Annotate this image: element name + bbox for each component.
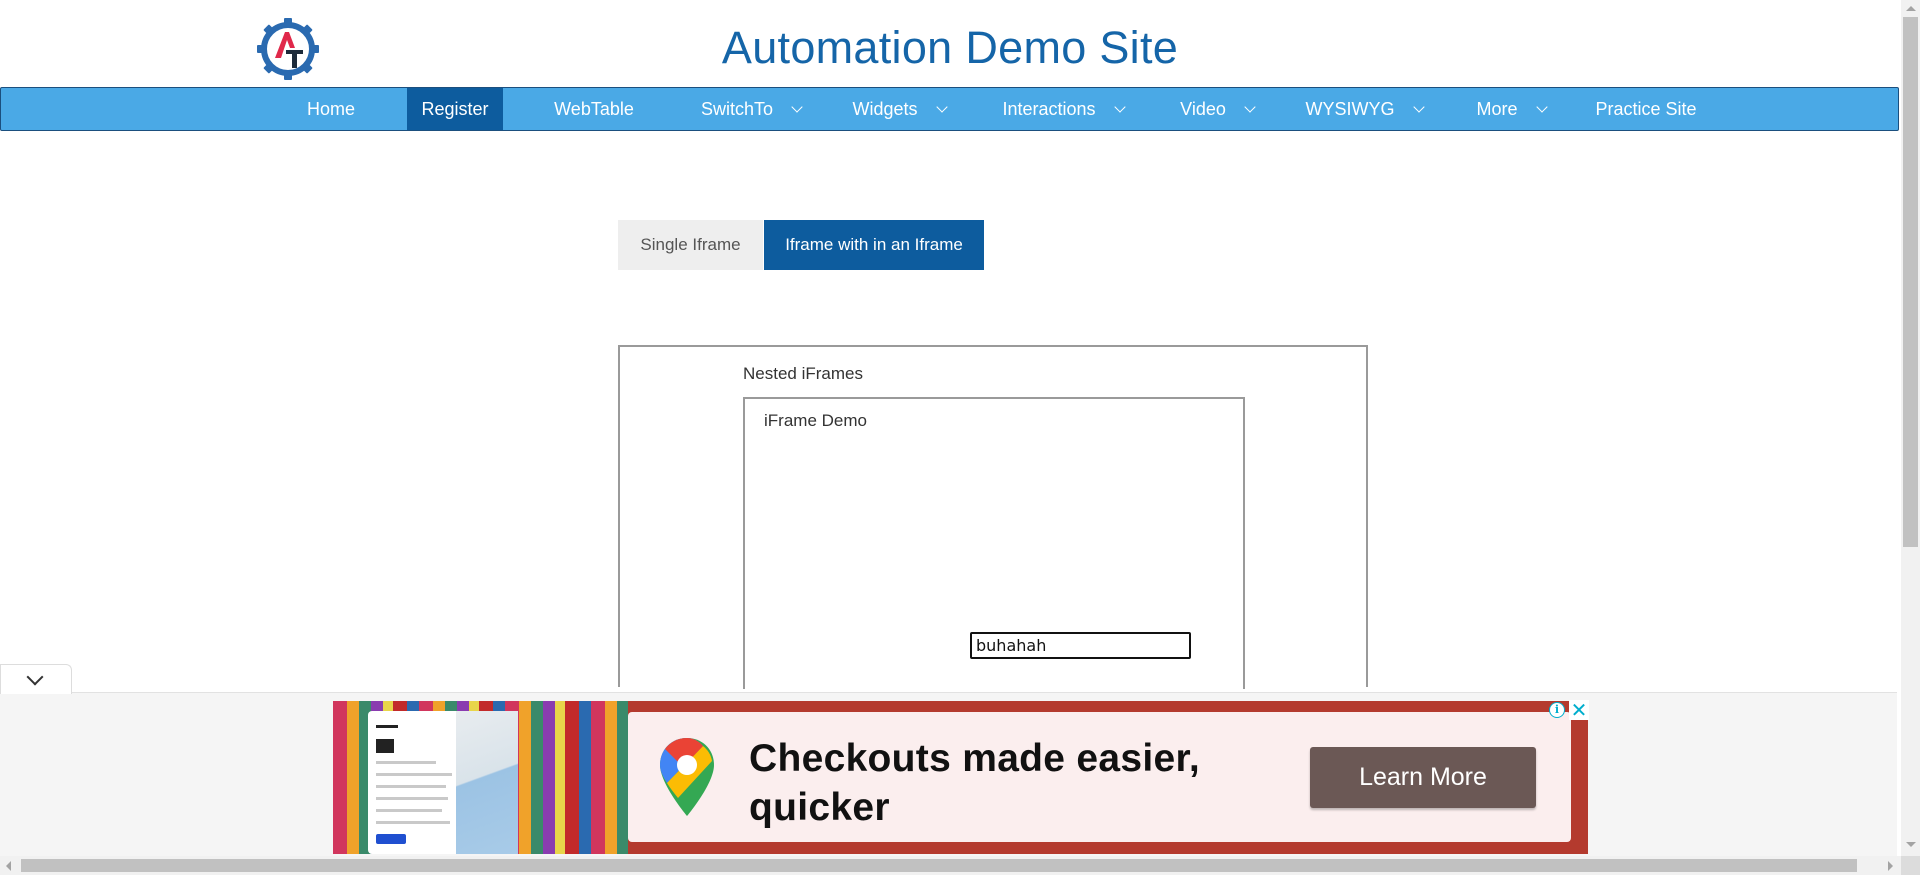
horizontal-scrollbar[interactable] [0,856,1901,875]
scrollbar-thumb[interactable] [1903,17,1918,547]
scrollbar-thumb[interactable] [21,859,1857,872]
chevron-down-icon [935,101,948,113]
tab-single-iframe[interactable]: Single Iframe [618,220,763,270]
scroll-left-icon[interactable] [6,861,11,871]
chevron-down-icon [791,101,803,113]
scroll-down-icon[interactable] [1906,842,1916,847]
ad-checkout-screenshot [368,711,518,854]
nav-item-switchto[interactable]: SwitchTo [691,88,811,130]
nav-item-more[interactable]: More [1466,88,1556,130]
chevron-down-icon [1113,101,1126,113]
scroll-right-icon[interactable] [1888,861,1893,871]
nav-item-wysiwyg[interactable]: WYSIWYG [1299,88,1429,130]
nav-item-label: Interactions [1002,99,1096,119]
nav-item-register[interactable]: Register [407,88,503,130]
inner-iframe-label: iFrame Demo [764,411,867,430]
close-icon[interactable]: ✕ [1569,700,1589,720]
tab-nested-iframe[interactable]: Iframe with in an Iframe [764,220,984,270]
outer-iframe-label: Nested iFrames [743,364,863,383]
nav-item-label: WebTable [554,99,634,119]
site-title: Automation Demo Site [721,22,1179,73]
map-thumbnail [456,711,518,854]
ad-image [333,701,628,854]
vertical-scrollbar[interactable] [1901,0,1920,856]
nav-item-label: Video [1180,99,1226,119]
scroll-up-icon[interactable] [1906,6,1916,11]
nav-item-webtable[interactable]: WebTable [538,88,650,130]
learn-more-button[interactable]: Learn More [1310,747,1536,808]
nav-item-label: Widgets [852,99,918,119]
nav-item-label: WYSIWYG [1305,99,1395,119]
nav-item-label: More [1476,99,1518,119]
nav-item-label: Practice Site [1595,99,1697,119]
nav-item-label: SwitchTo [700,99,774,119]
scrollbar-corner [1901,856,1920,875]
chevron-down-icon [1244,101,1256,113]
chevron-down-icon [1412,101,1425,113]
nav-item-label: Home [306,99,355,119]
ad-collapse-button[interactable] [0,664,72,694]
iframe-text-input[interactable] [970,632,1191,659]
ad-headline: Checkouts made easier, quicker [749,737,1200,829]
nav-item-video[interactable]: Video [1167,88,1267,130]
nav-item-interactions[interactable]: Interactions [993,88,1133,130]
map-pin-icon [660,738,714,816]
info-icon[interactable]: i [1549,702,1565,718]
nav-item-widgets[interactable]: Widgets [844,88,954,130]
nav-item-label: Register [421,99,489,119]
nav-item-home[interactable]: Home [291,88,371,130]
chevron-down-icon [1535,101,1548,113]
main-navbar: Home Register WebTable SwitchTo Widgets … [0,87,1899,131]
chevron-down-icon [26,668,44,686]
nav-item-practice-site[interactable]: Practice Site [1591,88,1701,130]
